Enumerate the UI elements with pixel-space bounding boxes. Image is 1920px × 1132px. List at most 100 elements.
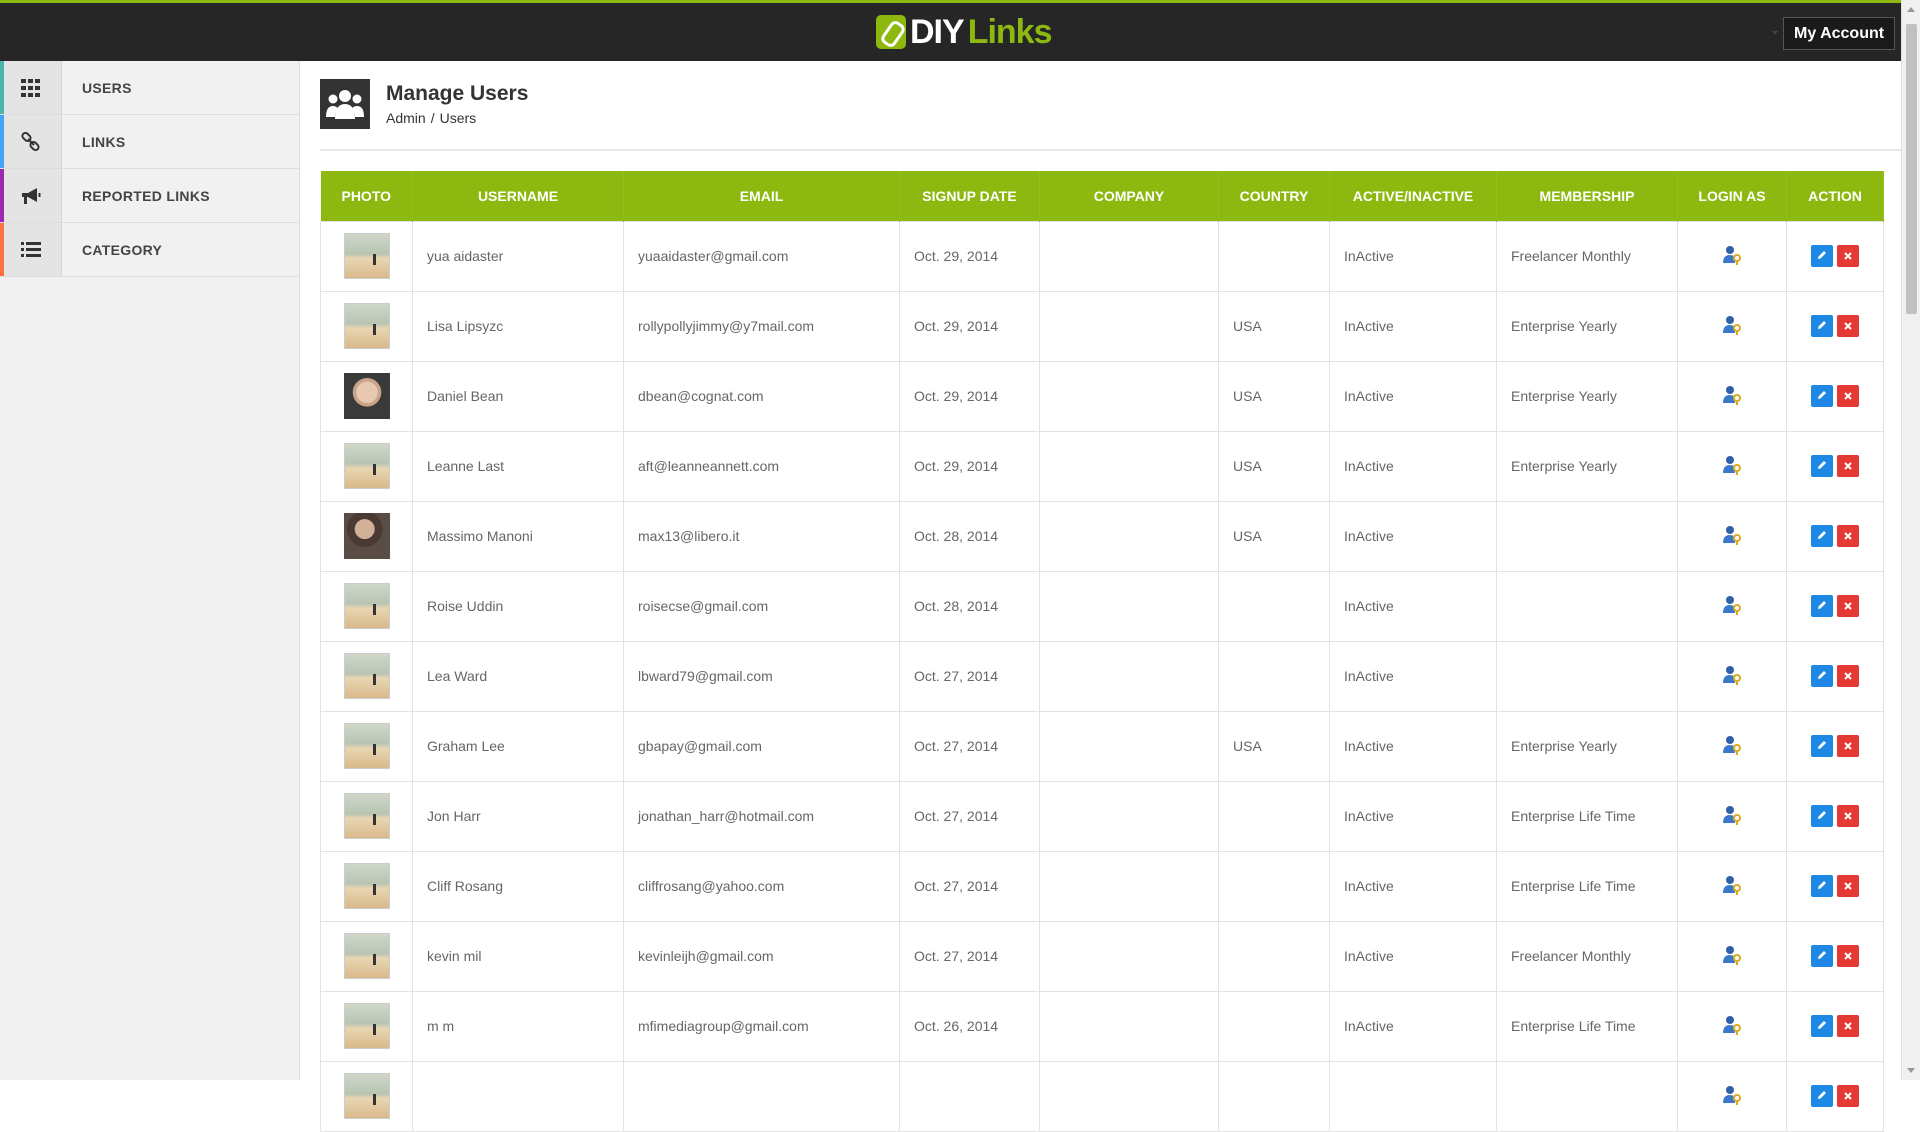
- status-cell: InActive: [1329, 500, 1497, 572]
- membership-cell: [1496, 640, 1678, 712]
- vertical-scrollbar[interactable]: [1901, 0, 1920, 1080]
- sidebar-item-users[interactable]: USERS: [0, 61, 299, 115]
- edit-button[interactable]: [1811, 875, 1833, 897]
- scrollbar-thumb[interactable]: [1906, 24, 1917, 314]
- sidebar-item-category[interactable]: CATEGORY: [0, 223, 299, 277]
- user-key-icon[interactable]: [1722, 315, 1742, 338]
- user-key-icon[interactable]: [1722, 595, 1742, 618]
- column-header-action: ACTION: [1786, 171, 1884, 221]
- delete-button[interactable]: [1837, 875, 1859, 897]
- brand-logo[interactable]: DIY Links: [876, 12, 1052, 52]
- avatar: [343, 513, 390, 559]
- table-row: Lea Ward lbward79@gmail.com Oct. 27, 2014 I…: [320, 640, 1884, 712]
- breadcrumb-item-admin[interactable]: Admin: [386, 110, 426, 126]
- nav-stripe: [0, 223, 4, 276]
- top-bar: DIY Links My Account: [0, 0, 1901, 61]
- user-key-icon[interactable]: [1722, 245, 1742, 268]
- table-row: Lisa Lipsyzc rollypollyjimmy@y7mail.com Oc…: [320, 290, 1884, 362]
- login-as-cell: [1677, 430, 1787, 502]
- edit-button[interactable]: [1811, 1015, 1833, 1037]
- delete-button[interactable]: [1837, 525, 1859, 547]
- edit-button[interactable]: [1811, 245, 1833, 267]
- avatar: [343, 443, 390, 489]
- pencil-icon: [1816, 1088, 1828, 1104]
- action-cell: [1786, 640, 1884, 712]
- column-header-signup-date: SIGNUP DATE: [899, 171, 1040, 221]
- photo-cell: [320, 220, 413, 292]
- user-key-icon[interactable]: [1722, 1015, 1742, 1038]
- membership-cell: [1496, 1060, 1678, 1132]
- edit-button[interactable]: [1811, 945, 1833, 967]
- signup-date-cell: Oct. 26, 2014: [899, 990, 1040, 1062]
- email-cell: yuaaidaster@gmail.com: [623, 220, 900, 292]
- user-key-icon[interactable]: [1722, 665, 1742, 688]
- nav-stripe: [0, 115, 4, 168]
- close-icon: [1843, 808, 1853, 824]
- email-cell: cliffrosang@yahoo.com: [623, 850, 900, 922]
- user-key-icon[interactable]: [1722, 805, 1742, 828]
- country-cell: [1218, 1060, 1330, 1132]
- delete-button[interactable]: [1837, 455, 1859, 477]
- username-cell: Lea Ward: [412, 640, 624, 712]
- scroll-down-arrow-icon[interactable]: [1907, 1068, 1915, 1073]
- delete-button[interactable]: [1837, 245, 1859, 267]
- edit-button[interactable]: [1811, 525, 1833, 547]
- company-cell: [1039, 780, 1219, 852]
- scroll-up-arrow-icon[interactable]: [1907, 7, 1915, 12]
- table-row: Leanne Last aft@leanneannett.com Oct. 29, …: [320, 430, 1884, 502]
- table-body: yua aidaster yuaaidaster@gmail.com Oct. 29…: [320, 220, 1884, 1132]
- delete-button[interactable]: [1837, 595, 1859, 617]
- user-key-icon[interactable]: [1722, 945, 1742, 968]
- login-as-cell: [1677, 920, 1787, 992]
- pencil-icon: [1816, 878, 1828, 894]
- edit-button[interactable]: [1811, 385, 1833, 407]
- edit-button[interactable]: [1811, 665, 1833, 687]
- email-cell: rollypollyjimmy@y7mail.com: [623, 290, 900, 362]
- email-cell: gbapay@gmail.com: [623, 710, 900, 782]
- email-cell: dbean@cognat.com: [623, 360, 900, 432]
- company-cell: [1039, 360, 1219, 432]
- edit-button[interactable]: [1811, 735, 1833, 757]
- delete-button[interactable]: [1837, 1085, 1859, 1107]
- edit-button[interactable]: [1811, 455, 1833, 477]
- sidebar-item-reported-links[interactable]: REPORTED LINKS: [0, 169, 299, 223]
- delete-button[interactable]: [1837, 665, 1859, 687]
- status-cell: InActive: [1329, 920, 1497, 992]
- email-cell: [623, 1060, 900, 1132]
- status-cell: [1329, 1060, 1497, 1132]
- delete-button[interactable]: [1837, 315, 1859, 337]
- user-key-icon[interactable]: [1722, 735, 1742, 758]
- action-cell: [1786, 920, 1884, 992]
- edit-button[interactable]: [1811, 805, 1833, 827]
- delete-button[interactable]: [1837, 945, 1859, 967]
- status-cell: InActive: [1329, 850, 1497, 922]
- table-header-row: PHOTO USERNAME EMAIL SIGNUP DATE COMPANY…: [320, 171, 1884, 221]
- delete-button[interactable]: [1837, 735, 1859, 757]
- user-key-icon[interactable]: [1722, 525, 1742, 548]
- country-cell: [1218, 570, 1330, 642]
- user-key-icon[interactable]: [1722, 875, 1742, 898]
- nav-stripe: [0, 61, 4, 114]
- status-cell: InActive: [1329, 570, 1497, 642]
- user-key-icon[interactable]: [1722, 385, 1742, 408]
- delete-button[interactable]: [1837, 385, 1859, 407]
- close-icon: [1843, 1088, 1853, 1104]
- user-key-icon[interactable]: [1722, 455, 1742, 478]
- delete-button[interactable]: [1837, 805, 1859, 827]
- photo-cell: [320, 430, 413, 502]
- delete-button[interactable]: [1837, 1015, 1859, 1037]
- close-icon: [1843, 388, 1853, 404]
- user-key-icon[interactable]: [1722, 1085, 1742, 1108]
- pencil-icon: [1816, 738, 1828, 754]
- photo-cell: [320, 1060, 413, 1132]
- membership-cell: Enterprise Life Time: [1496, 990, 1678, 1062]
- edit-button[interactable]: [1811, 315, 1833, 337]
- avatar: [343, 583, 390, 629]
- edit-button[interactable]: [1811, 1085, 1833, 1107]
- status-cell: InActive: [1329, 430, 1497, 502]
- sidebar-item-links[interactable]: LINKS: [0, 115, 299, 169]
- username-cell: Roise Uddin: [412, 570, 624, 642]
- my-account-button[interactable]: My Account: [1783, 17, 1896, 50]
- signup-date-cell: Oct. 27, 2014: [899, 780, 1040, 852]
- edit-button[interactable]: [1811, 595, 1833, 617]
